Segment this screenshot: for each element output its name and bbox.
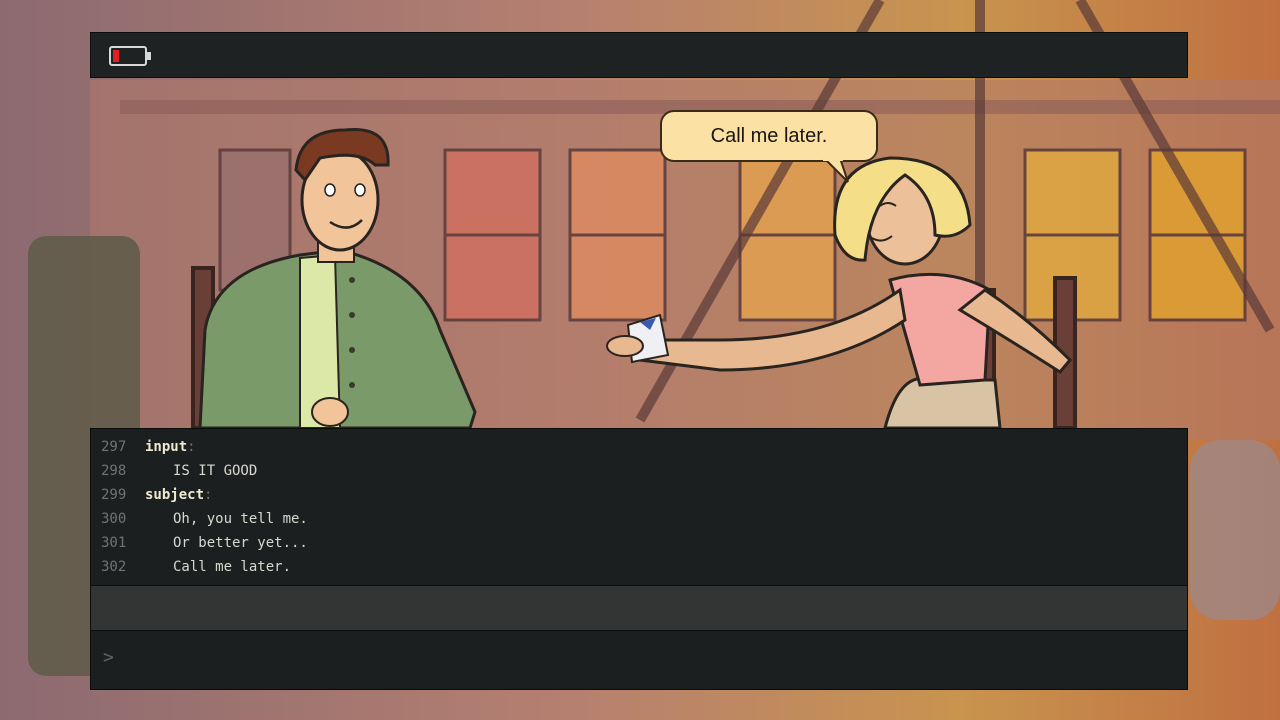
dialogue-log[interactable]: 297 input: 298 IS IT GOOD 299 subject: 3… [91,435,1187,583]
log-text: IS IT GOOD [173,463,258,479]
log-key: subject [145,487,205,503]
battery-level [113,50,119,62]
line-number: 297 [101,439,127,455]
log-text: Oh, you tell me. [173,511,308,527]
log-text: Or better yet... [173,535,308,551]
battery-icon [109,46,151,66]
line-number: 300 [101,511,127,527]
log-line: 300 Oh, you tell me. [91,507,1187,531]
parked-car [1190,440,1280,620]
line-number: 302 [101,559,127,575]
speech-bubble: Call me later. [660,110,878,162]
log-line: 298 IS IT GOOD [91,459,1187,483]
speech-bubble-text: Call me later. [710,124,828,147]
log-text: Call me later. [173,559,292,575]
log-key: input [145,439,188,455]
log-line: 297 input: [91,435,1187,459]
input-field[interactable] [91,585,1187,631]
log-colon: : [187,439,196,455]
log-line: 301 Or better yet... [91,531,1187,555]
prompt-chevron-icon[interactable]: > [103,647,114,668]
line-number: 298 [101,463,127,479]
top-status-bar [90,32,1188,78]
speech-bubble-tail [822,158,849,183]
log-line: 299 subject: [91,483,1187,507]
line-number: 299 [101,487,127,503]
line-number: 301 [101,535,127,551]
log-line: 302 Call me later. [91,555,1187,579]
dialogue-console: 297 input: 298 IS IT GOOD 299 subject: 3… [90,428,1188,690]
log-colon: : [204,487,213,503]
